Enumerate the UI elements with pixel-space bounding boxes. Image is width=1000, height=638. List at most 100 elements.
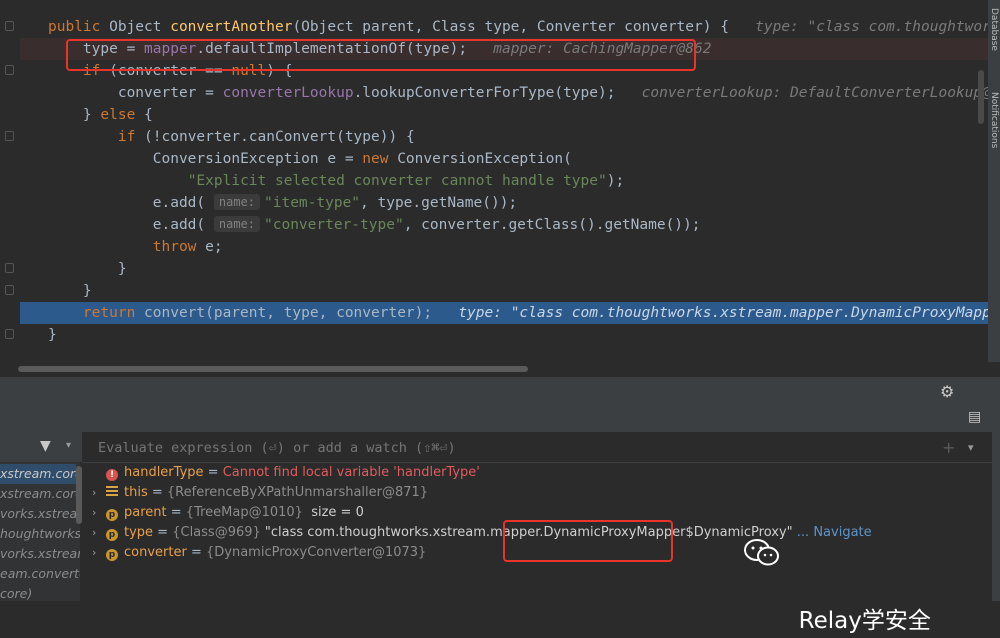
code-token: "Explicit selected converter cannot hand… [187,173,607,189]
error-icon: ! [106,469,118,481]
plus-icon[interactable]: + [942,438,955,457]
expand-chevron-icon[interactable]: › [92,543,106,563]
code-text: ConversionException e = new ConversionEx… [48,148,572,170]
editor-horizontal-scrollbar[interactable] [18,366,528,372]
code-token: else [100,107,145,123]
code-line[interactable]: throw e; [0,236,988,258]
code-token: "item-type" [264,195,361,211]
code-token: .lookupConverterForType(type); [353,85,642,101]
code-text: throw e; [48,236,223,258]
stack-frame[interactable]: eam.converte [0,564,80,584]
code-line[interactable]: return convert(parent, type, converter);… [0,302,988,324]
right-tool-strip: Database Notifications [988,0,1000,362]
code-text: } [48,258,127,280]
fold-icon[interactable] [5,131,14,141]
code-line[interactable]: ConversionException e = new ConversionEx… [0,148,988,170]
code-text: } [48,324,57,346]
chevron-down-icon[interactable]: ▾ [968,441,974,454]
variable-row[interactable]: ! handlerType = Cannot find local variabl… [92,463,480,483]
code-line[interactable]: } [0,280,988,302]
stack-frame[interactable]: houghtworks.x [0,524,80,544]
code-line[interactable]: "Explicit selected converter cannot hand… [0,170,988,192]
code-text: if (!converter.canConvert(type)) { [48,126,415,148]
code-editor[interactable]: public Object convertAnother(Object pare… [0,0,988,362]
variable-value: Cannot find local variable 'handlerType' [222,465,480,480]
code-line[interactable]: if (!converter.canConvert(type)) { [0,126,988,148]
code-token: , converter.getClass().getName()); [403,217,701,233]
code-token: convert(parent, type, converter); [144,305,459,321]
inline-debug-value: type: "class com.thoughtworks.xstream.ma… [458,305,988,321]
gear-icon[interactable]: ⚙ [940,382,954,401]
variable-name: this [124,485,148,500]
fold-icon[interactable] [5,65,14,75]
evaluate-expression-input[interactable] [96,432,900,464]
fold-icon[interactable] [5,285,14,295]
chevron-down-icon[interactable]: ▾ [66,440,71,451]
code-token: (!converter.canConvert(type)) { [144,129,415,145]
expand-chevron-icon[interactable]: › [92,523,106,543]
fold-icon[interactable] [5,263,14,273]
code-token: e; [205,239,223,255]
frames-scrollbar[interactable] [76,466,82,524]
stack-frame[interactable]: xstream.core [0,484,80,504]
code-token: return [82,305,145,321]
frames-filter-bar: ▼ ▾ [0,432,82,462]
code-token: convertAnother [170,19,293,35]
tab-notifications[interactable]: Notifications [989,92,999,182]
code-text: } else { [48,104,153,126]
code-token: converterLookup [222,85,354,101]
variable-name: parent [124,505,167,520]
code-line[interactable]: } [0,324,988,346]
code-text: return convert(parent, type, converter);… [48,302,988,324]
fold-icon[interactable] [5,329,14,339]
annotation-box [66,39,696,71]
stack-frame[interactable]: vorks.xstream.c [0,504,80,524]
fields-icon [106,486,118,497]
code-token: public [48,19,110,35]
watch-side-strip [992,432,1000,601]
code-token: ); [606,173,625,189]
variable-row[interactable]: › p converter = {DynamicProxyConverter@107… [92,543,426,563]
stack-frame[interactable]: core) [0,584,32,601]
parameter-icon: p [106,509,118,521]
code-line[interactable]: e.add( name: "converter-type", converter.… [0,214,988,236]
code-line[interactable]: e.add( name: "item-type", type.getName())… [0,192,988,214]
variable-row[interactable]: › this = {ReferenceByXPathUnmarshaller@87… [92,483,428,503]
code-line[interactable]: converter = converterLookup.lookupConver… [0,82,988,104]
fold-icon[interactable] [5,21,14,31]
code-token: ConversionException e = [152,151,363,167]
expand-chevron-icon[interactable]: › [92,503,106,523]
code-text: public Object convertAnother(Object pare… [48,16,988,38]
code-token: { [144,107,153,123]
code-line[interactable]: } [0,258,988,280]
debug-toolbar: ⚙ [0,376,1000,407]
equals-sign: = [147,485,167,500]
equals-sign: = [153,525,173,540]
variable-value: {ReferenceByXPathUnmarshaller@871} [166,485,429,500]
layout-icon[interactable]: ▤ [968,409,981,425]
stack-frame[interactable]: xstream.core [0,464,80,484]
expand-chevron-icon[interactable]: › [92,483,106,503]
annotation-box [503,520,673,562]
stack-frame[interactable]: vorks.xstream. [0,544,80,564]
code-token: } [48,327,57,343]
code-token: e.add( [152,217,214,233]
code-line[interactable]: } else { [0,104,988,126]
variable-row[interactable]: › p parent = {TreeMap@1010} size = 0 [92,503,364,523]
equals-sign: = [203,465,223,480]
code-token: , type.getName()); [360,195,518,211]
code-token: if [117,129,145,145]
code-text: } [48,280,92,302]
tab-database[interactable]: Database [989,8,999,68]
variable-value: {TreeMap@1010} [185,505,303,520]
code-token: } [82,107,101,123]
variable-value: {Class@969} [172,525,265,540]
code-token: Object [109,19,171,35]
parameter-icon: p [106,549,118,561]
code-text: converter = converterLookup.lookupConver… [48,82,988,104]
filter-icon[interactable]: ▼ [40,438,51,454]
editor-vertical-scrollbar[interactable] [978,70,984,124]
watermark: Relay学安全 [744,536,931,634]
code-line[interactable]: public Object convertAnother(Object pare… [0,16,988,38]
editor-gutter [0,0,20,362]
